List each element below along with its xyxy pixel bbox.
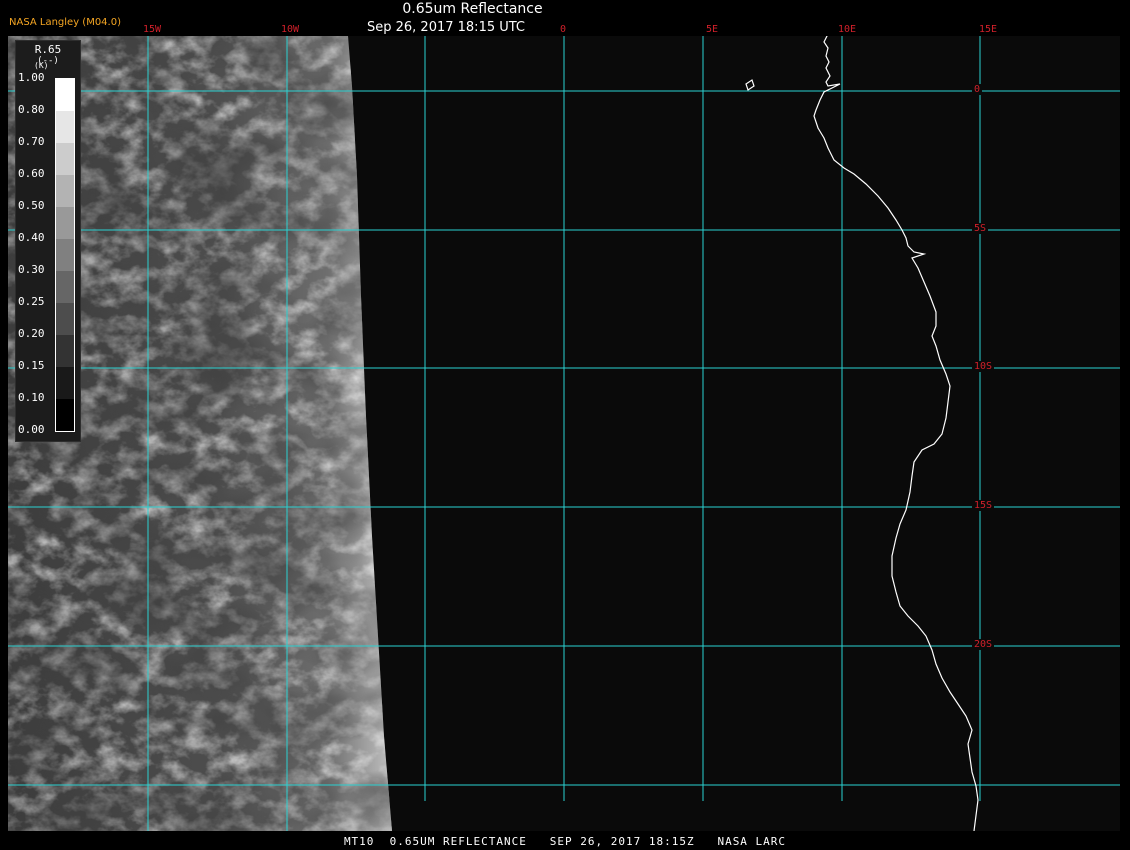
lon-label-10w: 10W [280,24,300,35]
map-overlay [8,36,1120,831]
legend-tick-label: 0.80 [18,103,45,116]
lon-label-5e: 5E [705,24,719,35]
africa-coastline [813,36,979,831]
lon-label-15w: 15W [142,24,162,35]
color-scale-legend: R.65 (--) (K) 1.00 0.80 0.70 0.60 0.50 0.40 0.… [15,40,81,442]
legend-swatch [56,239,74,271]
lon-label-15e: 15E [978,24,998,35]
footer-caption: MT10 0.65UM REFLECTANCE SEP 26, 2017 18:… [343,835,787,848]
legend-swatch [56,303,74,335]
map-title: 0.65um Reflectance [402,1,543,17]
legend-swatch [56,207,74,239]
legend-swatch [56,335,74,367]
legend-tick-label: 0.10 [18,391,45,404]
legend-tick-label: 0.40 [18,231,45,244]
map-timestamp: Sep 26, 2017 18:15 UTC [366,20,526,35]
island-sao-tome [745,79,755,91]
legend-stray-mark: (K) [34,61,49,70]
lat-label-10s: 10S [972,361,995,372]
legend-tick-label: 0.70 [18,135,45,148]
legend-swatch [56,111,74,143]
legend-swatch [56,271,74,303]
legend-swatch [56,175,74,207]
satellite-map [8,36,1120,831]
graticule [8,36,1120,831]
lon-label-10e: 10E [837,24,857,35]
lat-label-20s: 20S [972,639,995,650]
legend-swatch [56,367,74,399]
lat-label-5s: 5S [972,223,989,234]
legend-swatch [56,399,74,431]
legend-tick-label: 0.00 [18,423,45,436]
legend-tick-label: 0.25 [18,295,45,308]
legend-swatch [56,79,74,111]
lat-label-0: 0 [972,84,983,95]
legend-colorbar [55,78,75,432]
legend-tick-label: 1.00 [18,71,45,84]
lat-label-15s: 15S [972,500,995,511]
legend-tick-label: 0.30 [18,263,45,276]
legend-tick-label: 0.50 [18,199,45,212]
legend-tick-label: 0.60 [18,167,45,180]
legend-title: R.65 [34,43,62,56]
source-label: NASA Langley (M04.0) [9,17,121,28]
legend-tick-label: 0.15 [18,359,45,372]
legend-tick-label: 0.20 [18,327,45,340]
coastline [745,36,979,831]
lon-label-0: 0 [559,24,567,35]
legend-swatch [56,143,74,175]
